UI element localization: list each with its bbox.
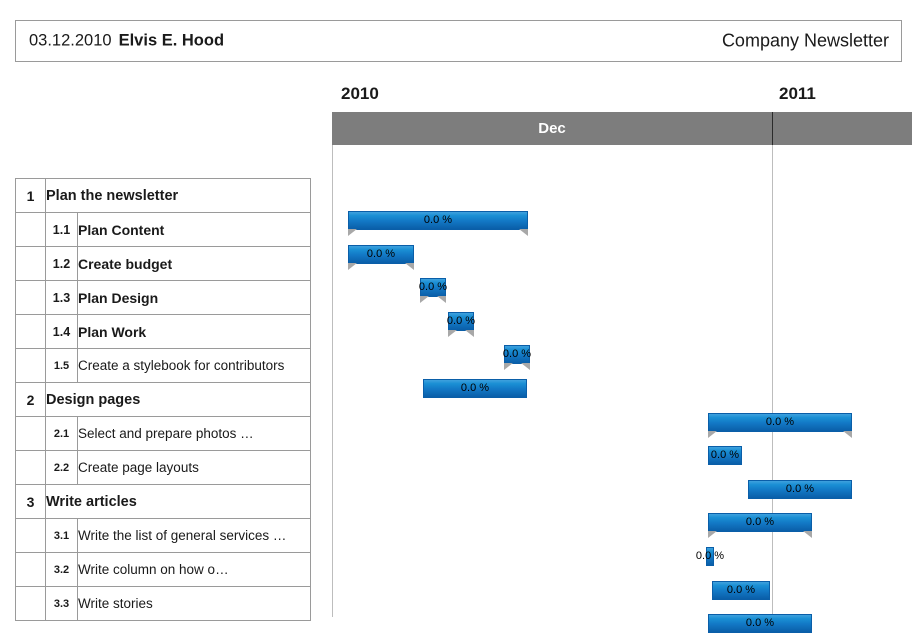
task-list-table: 1 Plan the newsletter 1.1 Plan Content 1.2 Cr… <box>15 178 311 621</box>
gantt-bar[interactable]: 0.0 % <box>696 547 724 566</box>
gantt-bar-progress-label: 0.0 % <box>745 617 775 630</box>
task-indent-spacer <box>15 280 46 315</box>
gantt-bar[interactable]: 0.0 % <box>708 412 852 438</box>
task-number-level1: 2 <box>15 382 46 417</box>
task-name: Create budget <box>77 246 311 281</box>
task-name: Write column on how o… <box>77 552 311 587</box>
task-indent-spacer <box>15 518 46 553</box>
task-name: Plan Work <box>77 314 311 349</box>
gantt-bar-progress-label: 0.0 % <box>418 281 448 294</box>
table-row[interactable]: 3.1 Write the list of general services … <box>15 518 311 553</box>
table-row[interactable]: 1.5 Create a stylebook for contributors <box>15 348 311 383</box>
task-number-level2: 3.2 <box>45 552 78 587</box>
grid-line-year-boundary <box>772 145 773 617</box>
gantt-bar-progress-label: 0.0 % <box>366 247 396 260</box>
header-date: 03.12.2010 <box>29 31 112 50</box>
gantt-bar-progress-label: 0.0 % <box>423 214 453 226</box>
task-name: Plan Content <box>77 212 311 247</box>
header-left-group: 03.12.2010 Elvis E. Hood <box>29 32 224 51</box>
task-indent-spacer <box>15 416 46 451</box>
gantt-bar[interactable]: 0.0 % <box>446 311 476 337</box>
gantt-bar[interactable]: 0.0 % <box>708 614 812 633</box>
task-name: Create page layouts <box>77 450 311 485</box>
table-row[interactable]: 3.3 Write stories <box>15 586 311 621</box>
task-number-level2: 1.2 <box>45 246 78 281</box>
task-number-level2: 1.5 <box>45 348 78 383</box>
gantt-bar-progress-label: 0.0 % <box>502 348 532 361</box>
task-number-level1: 3 <box>15 484 46 519</box>
table-row[interactable]: 2.2 Create page layouts <box>15 450 311 485</box>
gantt-bar[interactable]: 0.0 % <box>418 278 448 304</box>
gantt-bar[interactable]: 0.0 % <box>748 479 852 499</box>
gantt-bar-progress-label: 0.0 % <box>460 382 490 394</box>
task-list-body: 1 Plan the newsletter 1.1 Plan Content 1.2 Cr… <box>15 178 311 621</box>
table-row[interactable]: 3.2 Write column on how o… <box>15 552 311 587</box>
task-number-level2: 1.4 <box>45 314 78 349</box>
gantt-bar[interactable]: 0.0 % <box>708 513 812 539</box>
task-indent-spacer <box>15 246 46 281</box>
task-name: Select and prepare photos … <box>77 416 311 451</box>
gantt-bar[interactable]: 0.0 % <box>502 345 532 371</box>
gantt-bar-progress-label: 0.0 % <box>446 314 476 327</box>
gantt-bar[interactable]: 0.0 % <box>712 580 770 600</box>
task-number-level2: 2.1 <box>45 416 78 451</box>
task-name: Write articles <box>45 484 311 519</box>
task-number-level2: 3.3 <box>45 586 78 621</box>
task-indent-spacer <box>15 552 46 587</box>
task-indent-spacer <box>15 586 46 621</box>
table-row[interactable]: 1.4 Plan Work <box>15 314 311 349</box>
grid-line-chart-start <box>332 145 333 617</box>
document-header: 03.12.2010 Elvis E. Hood Company Newslett… <box>15 20 902 62</box>
gantt-bar[interactable]: 0.0 % <box>348 244 414 270</box>
task-number-level2: 2.2 <box>45 450 78 485</box>
gantt-bar[interactable]: 0.0 % <box>423 379 527 398</box>
month-cell-dec: Dec <box>538 120 566 137</box>
task-number-level2: 3.1 <box>45 518 78 553</box>
month-cell-next <box>773 112 912 145</box>
task-name: Plan the newsletter <box>45 178 311 213</box>
gantt-bar[interactable]: 0.0 % <box>708 446 742 466</box>
header-project-title: Company Newsletter <box>721 30 889 51</box>
table-row[interactable]: 1.1 Plan Content <box>15 212 311 247</box>
gantt-bar-progress-label: 0.0 % <box>726 583 756 596</box>
year-divider-header <box>772 112 773 145</box>
task-name: Write the list of general services … <box>77 518 311 553</box>
task-number-level1: 1 <box>15 178 46 213</box>
gantt-bar[interactable]: 0.0 % <box>348 211 528 236</box>
table-row[interactable]: 2.1 Select and prepare photos … <box>15 416 311 451</box>
gantt-bar-progress-label: 0.0 % <box>695 550 725 562</box>
table-row[interactable]: 3 Write articles <box>15 484 311 519</box>
header-owner: Elvis E. Hood <box>118 31 225 50</box>
table-row[interactable]: 2 Design pages <box>15 382 311 417</box>
task-name: Plan Design <box>77 280 311 315</box>
task-name: Create a stylebook for contributors <box>77 348 311 383</box>
task-indent-spacer <box>15 314 46 349</box>
table-row[interactable]: 1.3 Plan Design <box>15 280 311 315</box>
task-indent-spacer <box>15 348 46 383</box>
gantt-bar-progress-label: 0.0 % <box>745 516 775 529</box>
task-name: Write stories <box>77 586 311 621</box>
gantt-bar-progress-label: 0.0 % <box>785 482 815 495</box>
task-name: Design pages <box>45 382 311 417</box>
year-label-2011: 2011 <box>779 84 816 103</box>
task-number-level2: 1.3 <box>45 280 78 315</box>
gantt-chart-area: Dec 0.0 % 0.0 % 0.0 % 0.0 % 0.0 % 0.0 % 0.0 % 0… <box>332 112 912 633</box>
gantt-bar-progress-label: 0.0 % <box>710 449 740 462</box>
task-indent-spacer <box>15 450 46 485</box>
task-indent-spacer <box>15 212 46 247</box>
year-label-2010: 2010 <box>341 84 379 103</box>
task-number-level2: 1.1 <box>45 212 78 247</box>
table-row[interactable]: 1.2 Create budget <box>15 246 311 281</box>
gantt-grid-body: 0.0 % 0.0 % 0.0 % 0.0 % 0.0 % 0.0 % 0.0 % 0.0 %… <box>332 145 912 633</box>
timeline-month-header: Dec <box>332 112 912 145</box>
gantt-bar-progress-label: 0.0 % <box>765 415 795 428</box>
table-row[interactable]: 1 Plan the newsletter <box>15 178 311 213</box>
